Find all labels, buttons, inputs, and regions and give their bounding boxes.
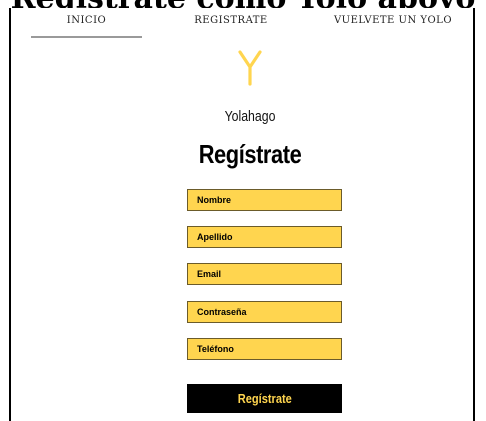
page: Registrate como Yolo apoyo INICIO REGIST… bbox=[0, 0, 486, 421]
nav-link-registrate[interactable]: REGISTRATE bbox=[181, 14, 281, 36]
password-field[interactable] bbox=[187, 301, 342, 323]
telefono-field[interactable] bbox=[187, 338, 342, 360]
apellido-field[interactable] bbox=[187, 226, 342, 248]
y-logo-icon bbox=[238, 50, 262, 86]
nombre-field[interactable] bbox=[187, 189, 342, 211]
email-field[interactable] bbox=[187, 263, 342, 285]
form-title: Regístrate bbox=[198, 139, 302, 169]
register-button[interactable]: Regístrate bbox=[187, 384, 342, 413]
register-button-label: Regístrate bbox=[237, 391, 292, 406]
brand-name: Yolahago bbox=[224, 108, 276, 125]
nav-link-vuelvete-un-yolo[interactable]: VUELVETE UN YOLO bbox=[323, 14, 463, 36]
top-nav: INICIO REGISTRATE VUELVETE UN YOLO bbox=[11, 14, 473, 38]
nav-link-inicio[interactable]: INICIO bbox=[31, 14, 142, 38]
